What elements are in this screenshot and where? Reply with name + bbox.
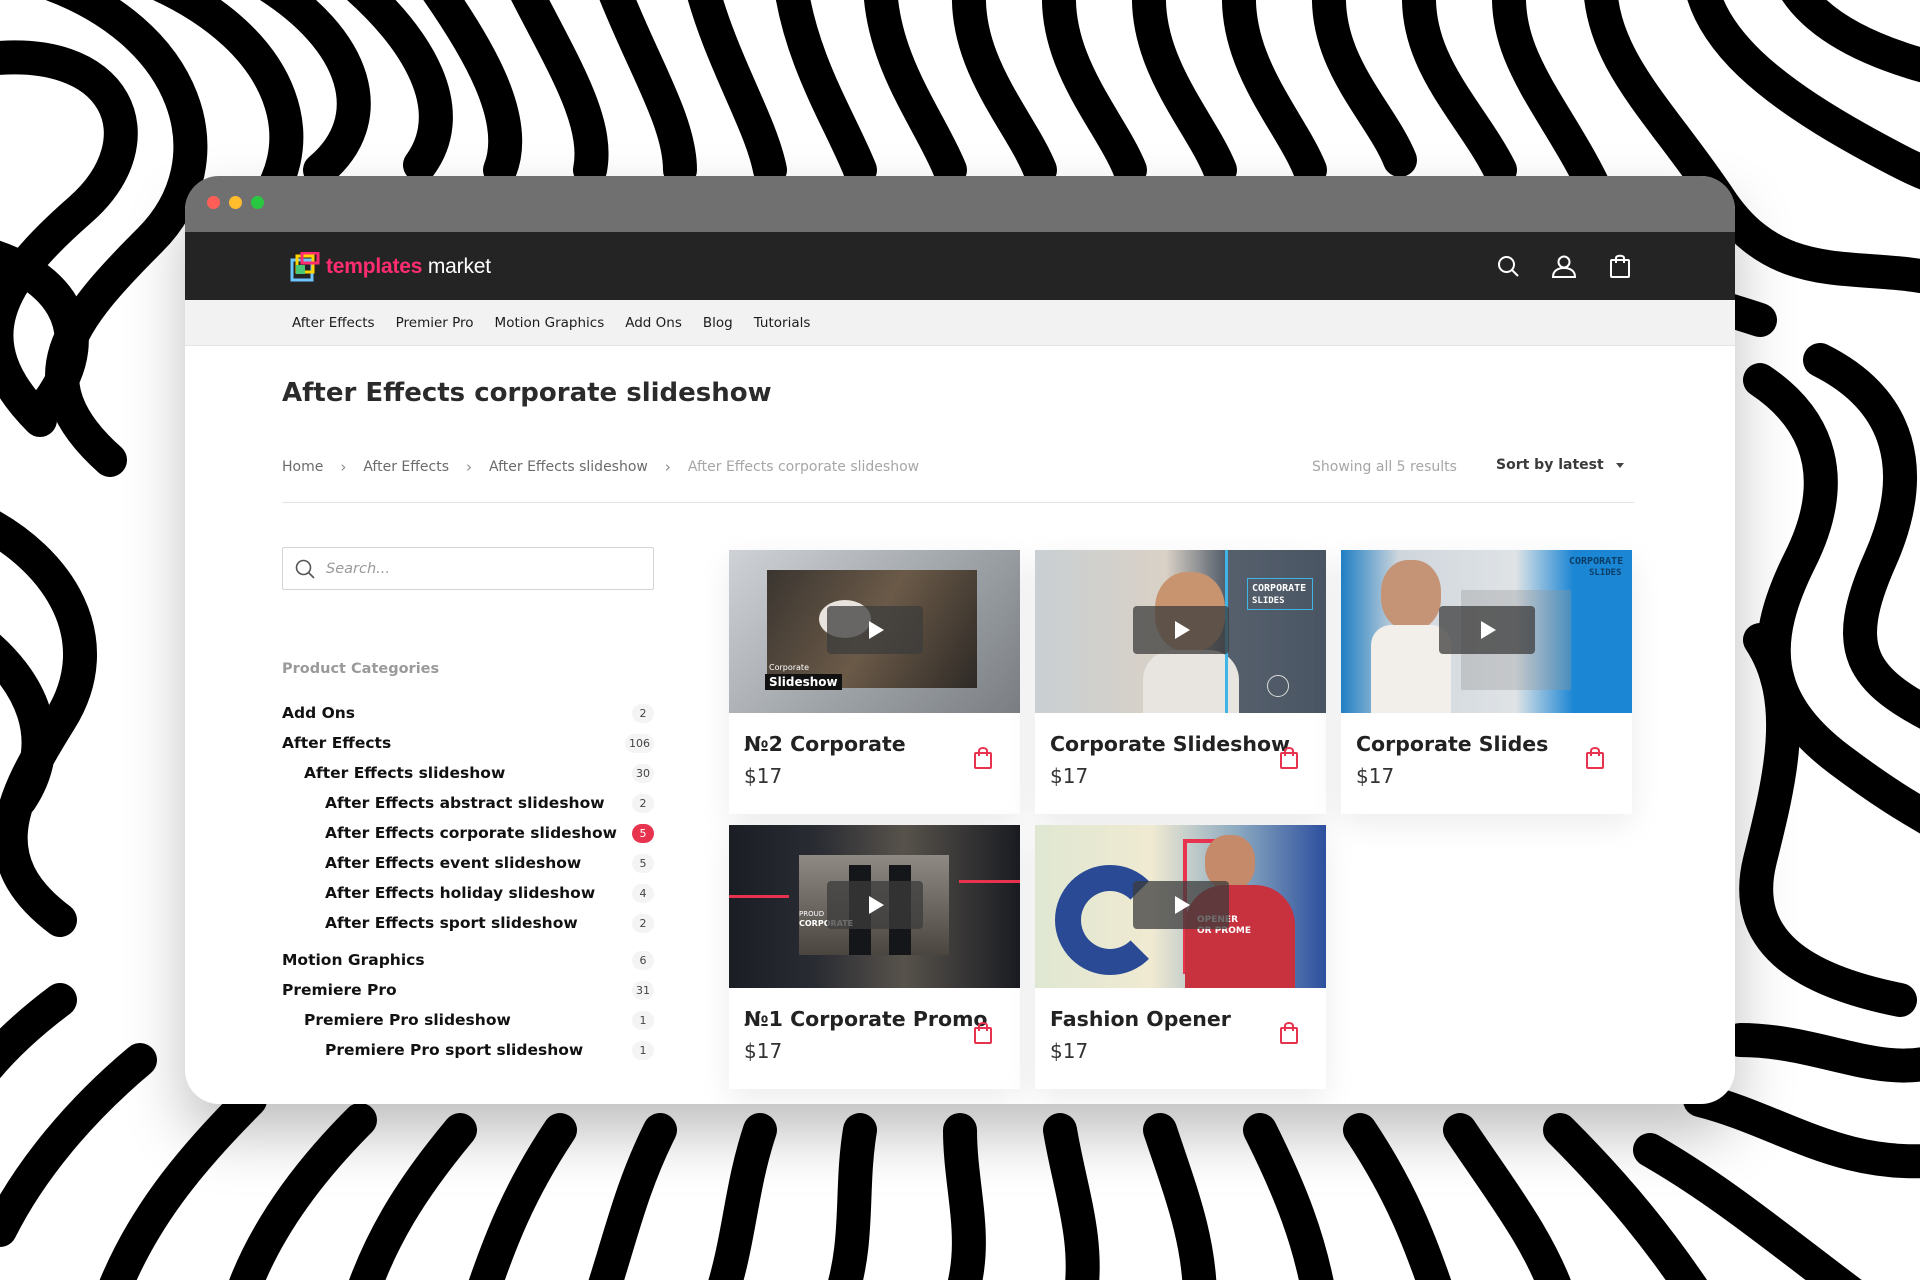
category-count: 5: [632, 854, 654, 873]
add-to-cart-icon[interactable]: [1278, 746, 1300, 770]
category-ae-corporate-slideshow[interactable]: After Effects corporate slideshow 5: [282, 822, 654, 844]
category-count: 106: [625, 734, 654, 753]
category-count: 4: [632, 884, 654, 903]
site-logo[interactable]: templates market: [290, 252, 491, 282]
m-badge-icon: [1267, 675, 1289, 697]
category-count: 6: [632, 951, 654, 970]
product-thumbnail[interactable]: Corporate Slideshow: [729, 550, 1020, 713]
categories-heading: Product Categories: [282, 661, 440, 677]
add-to-cart-icon[interactable]: [1278, 1021, 1300, 1045]
thumb-label: PROUD: [799, 910, 825, 918]
minimize-window-dot[interactable]: [229, 196, 242, 209]
search-icon: [295, 559, 315, 579]
close-window-dot[interactable]: [207, 196, 220, 209]
play-icon[interactable]: [1132, 605, 1229, 654]
thumb-label: SLIDES: [1252, 596, 1285, 606]
category-after-effects[interactable]: After Effects 106: [282, 732, 654, 754]
play-icon[interactable]: [826, 605, 923, 654]
product-card[interactable]: PROUD CORPORATE №1 Corporate Promo $17: [729, 825, 1020, 1089]
search-box[interactable]: [282, 547, 654, 590]
nav-premier-pro[interactable]: Premier Pro: [396, 315, 474, 331]
category-premiere-pro-slideshow[interactable]: Premiere Pro slideshow 1: [282, 1009, 654, 1031]
product-thumbnail[interactable]: OPENER OR PROME: [1035, 825, 1326, 988]
nav-after-effects[interactable]: After Effects: [292, 315, 375, 331]
product-title[interactable]: Corporate Slides: [1356, 732, 1548, 756]
category-ae-event-slideshow[interactable]: After Effects event slideshow 5: [282, 852, 654, 874]
browser-titlebar: [185, 176, 1735, 232]
breadcrumb-after-effects-slideshow[interactable]: After Effects slideshow: [489, 459, 648, 475]
play-icon[interactable]: [826, 880, 923, 929]
site-header: templates market: [185, 232, 1735, 300]
product-thumbnail[interactable]: PROUD CORPORATE: [729, 825, 1020, 988]
product-card[interactable]: OPENER OR PROME Fashion Opener $17: [1035, 825, 1326, 1089]
breadcrumb-separator: ›: [664, 458, 671, 476]
product-title[interactable]: Corporate Slideshow: [1050, 732, 1290, 756]
category-ae-sport-slideshow[interactable]: After Effects sport slideshow 2: [282, 912, 654, 934]
breadcrumb: Home › After Effects › After Effects sli…: [282, 458, 919, 476]
product-price: $17: [744, 764, 783, 788]
main-nav: After Effects Premier Pro Motion Graphic…: [185, 300, 1735, 346]
category-count: 2: [632, 914, 654, 933]
page-title: After Effects corporate slideshow: [282, 378, 772, 408]
category-count: 31: [632, 981, 654, 1000]
category-count: 30: [632, 764, 654, 783]
thumb-label: CORPORATE: [1252, 583, 1307, 594]
category-after-effects-slideshow[interactable]: After Effects slideshow 30: [282, 762, 654, 784]
caret-down-icon: [1615, 462, 1624, 468]
nav-blog[interactable]: Blog: [703, 315, 733, 331]
product-price: $17: [744, 1039, 783, 1063]
category-motion-graphics[interactable]: Motion Graphics 6: [282, 949, 654, 971]
product-thumbnail[interactable]: CORPORATE SLIDES: [1035, 550, 1326, 713]
product-card[interactable]: CORPORATE SLIDES Corporate Slides $17: [1341, 550, 1632, 814]
thumb-label: Corporate: [769, 663, 809, 672]
maximize-window-dot[interactable]: [251, 196, 264, 209]
user-icon[interactable]: [1550, 252, 1578, 280]
category-ae-holiday-slideshow[interactable]: After Effects holiday slideshow 4: [282, 882, 654, 904]
play-icon[interactable]: [1438, 605, 1535, 654]
logo-mark-icon: [290, 252, 320, 282]
category-count: 2: [632, 704, 654, 723]
product-price: $17: [1356, 764, 1395, 788]
breadcrumb-separator: ›: [340, 458, 347, 476]
thumb-label: CORPORATE: [1569, 556, 1624, 567]
product-price: $17: [1050, 764, 1089, 788]
product-title[interactable]: №1 Corporate Promo: [744, 1007, 988, 1031]
nav-add-ons[interactable]: Add Ons: [625, 315, 682, 331]
breadcrumb-separator: ›: [466, 458, 472, 476]
add-to-cart-icon[interactable]: [972, 746, 994, 770]
play-icon[interactable]: [1132, 880, 1229, 929]
logo-text: templates market: [326, 255, 491, 278]
product-title[interactable]: №2 Corporate: [744, 732, 906, 756]
nav-tutorials[interactable]: Tutorials: [754, 315, 811, 331]
category-premiere-pro[interactable]: Premiere Pro 31: [282, 979, 654, 1001]
sort-dropdown[interactable]: Sort by latest: [1496, 457, 1624, 473]
thumb-label: SLIDES: [1589, 568, 1622, 578]
add-to-cart-icon[interactable]: [972, 1021, 994, 1045]
divider: [282, 502, 1634, 503]
nav-motion-graphics[interactable]: Motion Graphics: [495, 315, 605, 331]
category-premiere-pro-sport-slideshow[interactable]: Premiere Pro sport slideshow 1: [282, 1039, 654, 1061]
search-icon[interactable]: [1494, 252, 1522, 280]
category-count: 2: [632, 794, 654, 813]
product-thumbnail[interactable]: CORPORATE SLIDES: [1341, 550, 1632, 713]
product-title[interactable]: Fashion Opener: [1050, 1007, 1231, 1031]
browser-window: templates market After Effects Premier P…: [185, 176, 1735, 1104]
sort-label: Sort by latest: [1496, 457, 1604, 473]
breadcrumb-home[interactable]: Home: [282, 459, 323, 475]
bag-icon[interactable]: [1606, 252, 1634, 280]
breadcrumb-current: After Effects corporate slideshow: [687, 459, 920, 475]
add-to-cart-icon[interactable]: [1584, 746, 1606, 770]
product-card[interactable]: Corporate Slideshow №2 Corporate $17: [729, 550, 1020, 814]
product-card[interactable]: CORPORATE SLIDES Corporate Slideshow $17: [1035, 550, 1326, 814]
category-count: 1: [632, 1041, 654, 1060]
search-input[interactable]: [326, 560, 626, 577]
category-ae-abstract-slideshow[interactable]: After Effects abstract slideshow 2: [282, 792, 654, 814]
product-price: $17: [1050, 1039, 1089, 1063]
result-count: Showing all 5 results: [1312, 459, 1457, 475]
breadcrumb-after-effects[interactable]: After Effects: [363, 459, 449, 475]
category-count-active: 5: [632, 824, 654, 843]
category-count: 1: [632, 1011, 654, 1030]
category-add-ons[interactable]: Add Ons 2: [282, 702, 654, 724]
thumb-label: Slideshow: [765, 674, 842, 690]
